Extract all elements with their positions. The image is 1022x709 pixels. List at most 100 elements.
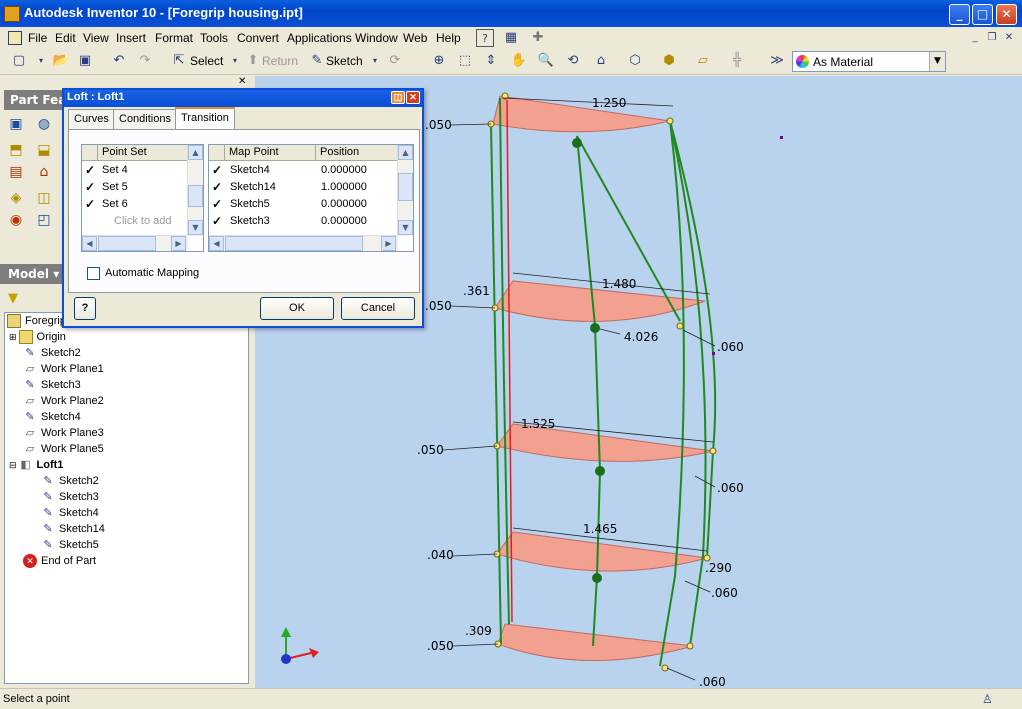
tree-node-loft1[interactable]: ⊟ ◧ Loft1 [9, 457, 63, 473]
pan-icon[interactable]: ✋ [510, 52, 528, 70]
color-style-icon[interactable]: ≫ [768, 52, 786, 70]
dim-1525[interactable]: 1.525 [521, 417, 555, 431]
scroll-right-icon[interactable]: ▶ [171, 236, 186, 251]
checkmark-icon[interactable]: ✓ [212, 213, 222, 230]
dialog-close-icon[interactable]: ✕ [406, 91, 420, 104]
menu-tools[interactable]: Tools [200, 31, 228, 45]
checkmark-icon[interactable]: ✓ [212, 162, 222, 179]
redo-icon[interactable]: ↷ [136, 52, 154, 70]
map-row[interactable]: ✓ Sketch14 1.000000 [209, 179, 398, 196]
select-button[interactable]: Select [190, 54, 223, 68]
map-point-header[interactable]: Map Point [225, 145, 316, 161]
tree-node-sketch3[interactable]: ✎ Sketch3 [23, 377, 80, 393]
scroll-up-icon[interactable]: ▲ [398, 145, 413, 160]
map-row[interactable]: ✓ Sketch3 0.000000 [209, 213, 398, 230]
calculator-icon[interactable]: ▦ [502, 29, 520, 47]
dialog-rollup-icon[interactable]: ◫ [391, 91, 405, 104]
tree-node-workplane1[interactable]: ▱ Work Plane1 [23, 361, 104, 377]
tree-node-end-of-part[interactable]: ✕ End of Part [23, 553, 96, 569]
sketch-button[interactable]: Sketch [326, 54, 363, 68]
dim-1480[interactable]: 1.480 [602, 277, 636, 291]
scroll-down-icon[interactable]: ▼ [188, 220, 203, 235]
look-at-icon[interactable]: ⌂ [592, 52, 610, 70]
dim-1250[interactable]: 1.250 [592, 96, 626, 110]
scroll-left-icon[interactable]: ◀ [209, 236, 224, 251]
open-icon[interactable]: 📂 [52, 52, 70, 70]
checkmark-icon[interactable]: ✓ [212, 196, 222, 213]
help-button[interactable]: ? [74, 297, 96, 320]
point-set-hscroll[interactable]: ◀ ▶ [82, 235, 188, 251]
map-row[interactable]: ✓ Sketch5 0.000000 [209, 196, 398, 213]
position-header[interactable]: Position [316, 145, 398, 161]
checkbox-column-header[interactable] [82, 145, 98, 161]
tree-node-loft-sketch14[interactable]: ✎ Sketch14 [41, 521, 104, 537]
shell-icon[interactable]: ⬓ [34, 140, 54, 160]
select-icon[interactable]: ⇱ [170, 52, 188, 70]
loft-icon[interactable]: ⌂ [34, 162, 54, 182]
point-set-add-row[interactable]: Click to add [82, 213, 188, 230]
fillet-icon[interactable]: ◰ [34, 210, 54, 230]
checkmark-icon[interactable]: ✓ [212, 179, 222, 196]
dim-060-d[interactable]: .060 [699, 675, 726, 688]
coil-icon[interactable]: ◫ [34, 188, 54, 208]
h-scroll-thumb[interactable] [98, 236, 156, 251]
dim-309[interactable]: .309 [465, 624, 492, 638]
ok-button[interactable]: OK [260, 297, 334, 320]
dim-060-a[interactable]: .060 [717, 340, 744, 354]
thread-icon[interactable]: ◉ [6, 210, 26, 230]
expand-icon[interactable]: ⊞ [9, 332, 17, 342]
tree-node-sketch4[interactable]: ✎ Sketch4 [23, 409, 80, 425]
material-select[interactable]: As Material ▼ [792, 51, 946, 72]
tree-node-sketch2[interactable]: ✎ Sketch2 [23, 345, 80, 361]
menu-file[interactable]: File [28, 31, 47, 45]
rotate-icon[interactable]: ⟲ [564, 52, 582, 70]
cancel-button[interactable]: Cancel [341, 297, 415, 320]
checkmark-icon[interactable]: ✓ [85, 179, 95, 196]
hole-icon[interactable]: ⬒ [6, 140, 26, 160]
whats-this-icon[interactable]: ? [476, 29, 494, 47]
menu-view[interactable]: View [83, 31, 109, 45]
undo-icon[interactable]: ↶ [110, 52, 128, 70]
shaded-icon[interactable]: ⬢ [660, 52, 678, 70]
dim-040[interactable]: .040 [427, 548, 454, 562]
menu-web[interactable]: Web [403, 31, 427, 45]
display-mode-icon[interactable]: ⬡ [626, 52, 644, 70]
point-set-row[interactable]: ✓ Set 6 [82, 196, 188, 213]
scroll-thumb[interactable] [398, 173, 413, 201]
maximize-button[interactable]: □ [972, 4, 993, 25]
map-point-vscroll[interactable]: ▲ ▼ [397, 145, 413, 236]
dim-050-bottom[interactable]: .050 [427, 639, 454, 653]
minimize-button[interactable]: _ [949, 4, 970, 25]
menu-help[interactable]: Help [436, 31, 461, 45]
automatic-mapping-checkbox[interactable] [87, 267, 100, 280]
rib-icon[interactable]: ▤ [6, 162, 26, 182]
dim-050-2[interactable]: .050 [425, 299, 452, 313]
tree-node-loft-sketch5[interactable]: ✎ Sketch5 [41, 537, 98, 553]
zoom-icon[interactable]: ⇕ [482, 52, 500, 70]
scroll-left-icon[interactable]: ◀ [82, 236, 97, 251]
doc-minimize-icon[interactable]: _ [966, 29, 984, 47]
scroll-down-icon[interactable]: ▼ [398, 220, 413, 235]
menu-applications[interactable]: Applications [287, 31, 352, 45]
collapse-icon[interactable]: ⊟ [9, 460, 17, 470]
map-row[interactable]: ✓ Sketch4 0.000000 [209, 162, 398, 179]
tree-node-origin[interactable]: ⊞ Origin [9, 329, 66, 345]
menu-convert[interactable]: Convert [237, 31, 279, 45]
tree-node-workplane3[interactable]: ▱ Work Plane3 [23, 425, 104, 441]
sweep-icon[interactable]: ◈ [6, 188, 26, 208]
dim-050-top[interactable]: .050 [425, 118, 452, 132]
dialog-title-bar[interactable]: Loft : Loft1 ◫ ✕ [64, 90, 422, 107]
tree-node-loft-sketch3[interactable]: ✎ Sketch3 [41, 489, 98, 505]
checkmark-icon[interactable]: ✓ [85, 162, 95, 179]
scroll-right-icon[interactable]: ▶ [381, 236, 396, 251]
tree-node-loft-sketch2[interactable]: ✎ Sketch2 [41, 473, 98, 489]
tab-curves[interactable]: Curves [68, 109, 115, 129]
scroll-thumb[interactable] [188, 185, 203, 207]
point-set-header[interactable]: Point Set [98, 145, 188, 161]
dim-060-c[interactable]: .060 [711, 586, 738, 600]
zoom-window-icon[interactable]: ⬚ [456, 52, 474, 70]
checkmark-icon[interactable]: ✓ [85, 196, 95, 213]
chevron-down-icon[interactable]: ▼ [929, 52, 945, 71]
scroll-up-icon[interactable]: ▲ [188, 145, 203, 160]
save-icon[interactable]: ▣ [76, 52, 94, 70]
